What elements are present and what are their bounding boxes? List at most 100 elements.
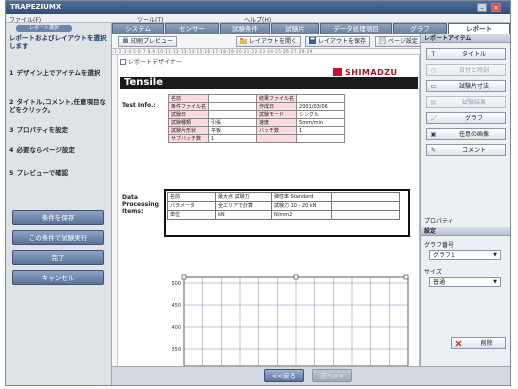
next-button[interactable]: 次へ>> bbox=[312, 369, 352, 382]
info-row: サブバッチ数 1 bbox=[167, 134, 346, 143]
report-item-label: グラフ bbox=[464, 115, 483, 122]
left-guide-panel: レポート選択 レポートおよびレイアウトを選択します 1 デザイン上でアイテムを選択… bbox=[6, 23, 112, 385]
proc-row: パラメータ 全エリアで計算 試験力 10 - 20 kN bbox=[167, 201, 400, 211]
tab-sensor[interactable]: センサー bbox=[165, 23, 219, 34]
test-info-table-body: 名前 結果ファイル名 条件ファイル名 作成日 2001/03/06 試験日 試験モード シング… bbox=[167, 94, 346, 143]
vertical-ruler bbox=[112, 55, 118, 366]
tab-graph[interactable]: グラフ bbox=[393, 23, 447, 34]
info-row: 条件ファイル名 作成日 2001/03/06 bbox=[167, 102, 346, 111]
resize-handle[interactable] bbox=[181, 274, 187, 280]
proc-cell: 全エリアで計算 bbox=[215, 201, 272, 211]
comment-icon: ✎ bbox=[430, 147, 437, 154]
guide-step-3: 3 プロパティを設定 bbox=[9, 126, 69, 134]
page-setup-button[interactable]: ページ設定 bbox=[375, 36, 422, 47]
report-item-title[interactable]: T タイトル bbox=[426, 48, 506, 60]
info-value-cell: 1 bbox=[296, 126, 346, 135]
report-item-image[interactable]: ▣ 任意の画像 bbox=[426, 128, 506, 140]
proc-row: 単位 kN N/mm2 bbox=[167, 210, 400, 220]
run-test-button[interactable]: この条件で試験実行 bbox=[12, 230, 104, 245]
shimadzu-logo: SHIMADZU bbox=[333, 68, 398, 77]
info-value-cell: 1 bbox=[208, 134, 258, 143]
guide-step-5: 5 プレビューで確認 bbox=[9, 169, 69, 177]
tab-system[interactable]: システム bbox=[112, 23, 164, 34]
save-layout-button[interactable]: レイアウトを保存 bbox=[305, 36, 371, 47]
report-item-label: 試験結果 bbox=[461, 99, 486, 106]
report-title[interactable]: Tensile bbox=[120, 77, 418, 89]
delete-x-icon bbox=[455, 340, 462, 347]
report-select-pill[interactable]: レポート選択 bbox=[16, 25, 72, 32]
finish-button[interactable]: 完了 bbox=[12, 250, 104, 265]
graph-y-tick-labels: 500 450 400 350 bbox=[171, 281, 181, 353]
graph-number-label: グラフ番号 bbox=[424, 242, 455, 249]
info-row: 試験日 試験モード シングル bbox=[167, 110, 346, 119]
report-item-label: 試験片寸法 bbox=[458, 83, 489, 90]
test-info-table[interactable]: 名前 結果ファイル名 条件ファイル名 作成日 2001/03/06 試験日 試験モード シング… bbox=[167, 94, 346, 143]
window-title: TRAPEZIUMX bbox=[10, 3, 62, 11]
resize-handle[interactable] bbox=[403, 274, 409, 280]
printer-icon bbox=[122, 36, 129, 44]
application-window: TRAPEZIUMX – × ファイル(F) ツール(T) ヘルプ(H) システ… bbox=[5, 0, 511, 386]
guide-step-4: 4 必要ならページ設定 bbox=[9, 146, 75, 154]
delete-button[interactable]: 削除 bbox=[451, 337, 506, 349]
data-processing-label: Data Processing Items: bbox=[122, 194, 159, 215]
proc-row: 名前 最大点 試験力 弾性率 Standard bbox=[167, 192, 400, 202]
report-item-results[interactable]: ▤ 試験結果 bbox=[426, 96, 506, 108]
info-value-cell: 2001/03/06 bbox=[296, 102, 346, 111]
report-design-canvas[interactable]: レポートデザイナー SHIMADZU Tensile Test Info.: 名… bbox=[112, 55, 420, 366]
proc-cell: パラメータ bbox=[167, 201, 216, 211]
report-designer-label: レポートデザイナー bbox=[120, 57, 182, 66]
y-tick-label: 400 bbox=[171, 325, 181, 331]
proc-cell: 試験力 10 - 20 kN bbox=[271, 201, 332, 211]
designer-checkbox[interactable] bbox=[120, 59, 126, 65]
info-key-cell: 名前 bbox=[167, 94, 210, 103]
info-key-cell: 試験種類 bbox=[167, 118, 210, 127]
report-item-graph[interactable]: 📈 グラフ bbox=[426, 112, 506, 124]
y-tick-label: 500 bbox=[171, 281, 181, 287]
size-label: サイズ bbox=[424, 269, 442, 276]
graph-icon: 📈 bbox=[430, 115, 438, 122]
report-item-clock[interactable]: ◷ 日付と時刻 bbox=[426, 64, 506, 76]
prev-button[interactable]: <<戻る bbox=[264, 369, 304, 382]
report-item-specimen[interactable]: ▭ 試験片寸法 bbox=[426, 80, 506, 92]
info-key-cell: 試験片形状 bbox=[167, 126, 210, 135]
report-item-label: 任意の画像 bbox=[458, 131, 489, 138]
tab-specimen[interactable]: 試験片 bbox=[271, 23, 319, 34]
tab-bar: システム センサー 試験条件 試験片 データ処理項目 グラフ レポート bbox=[112, 23, 510, 34]
report-item-comment[interactable]: ✎ コメント bbox=[426, 144, 506, 156]
close-button[interactable]: × bbox=[491, 3, 501, 12]
info-value-cell: シングル bbox=[296, 110, 346, 119]
results-icon: ▤ bbox=[430, 99, 437, 106]
size-select[interactable]: 普通 ▼ bbox=[429, 277, 501, 287]
navigation-bar: <<戻る 次へ>> bbox=[112, 366, 510, 385]
info-key-cell: 試験モード bbox=[256, 110, 298, 119]
info-key-cell: バッチ数 bbox=[256, 126, 298, 135]
properties-header: プロパティ bbox=[424, 218, 454, 225]
print-preview-button[interactable]: 印刷プレビュー bbox=[118, 36, 178, 47]
report-graph[interactable]: 500 450 400 350 bbox=[164, 271, 410, 366]
tab-report[interactable]: レポート bbox=[448, 23, 510, 34]
title-icon: T bbox=[431, 51, 436, 58]
proc-cell bbox=[331, 210, 400, 220]
graph-number-select[interactable]: グラフ1 ▼ bbox=[429, 250, 501, 260]
info-value-cell bbox=[296, 134, 346, 143]
info-key-cell: 作成日 bbox=[256, 102, 298, 111]
resize-handle[interactable] bbox=[293, 274, 299, 280]
tab-data-processing[interactable]: データ処理項目 bbox=[320, 23, 392, 34]
right-properties-panel: レポートアイテム T タイトル ◷ 日付と時刻 ▭ 試験片寸法 ▤ 試験結果 📈 グラフ ▣ 任意の画… bbox=[420, 34, 510, 366]
info-key-cell: 試験日 bbox=[167, 110, 210, 119]
info-row: 名前 結果ファイル名 bbox=[167, 94, 346, 103]
open-layout-button[interactable]: レイアウトを開く bbox=[236, 36, 302, 47]
guide-step-1: 1 デザイン上でアイテムを選択 bbox=[9, 69, 101, 77]
proc-cell: 弾性率 Standard bbox=[271, 192, 332, 202]
info-value-cell bbox=[208, 102, 258, 111]
minimize-button[interactable]: – bbox=[477, 3, 487, 12]
proc-cell bbox=[331, 192, 400, 202]
info-key-cell bbox=[256, 134, 298, 143]
save-conditions-button[interactable]: 条件を保存 bbox=[12, 210, 104, 225]
tab-test-conditions[interactable]: 試験条件 bbox=[220, 23, 270, 34]
guide-step-intro: レポートおよびレイアウトを選択します bbox=[9, 34, 107, 50]
report-item-label: コメント bbox=[461, 147, 486, 154]
test-info-label: Test Info.: bbox=[122, 102, 156, 109]
folder-open-icon bbox=[240, 37, 247, 44]
cancel-button[interactable]: キャンセル bbox=[12, 270, 104, 285]
